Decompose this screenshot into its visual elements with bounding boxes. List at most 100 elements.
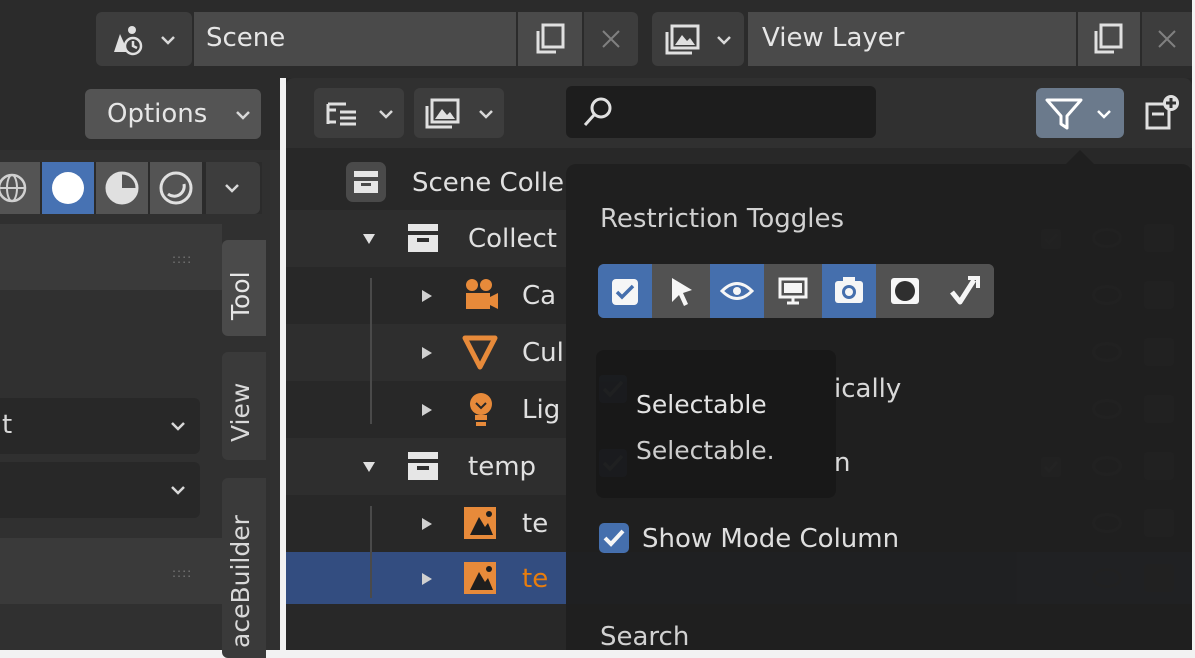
tree-label-temp-image-a: te	[522, 509, 549, 539]
outliner-header	[286, 78, 1192, 148]
disclosure-triangle-right-icon[interactable]	[420, 346, 434, 360]
scene-type-dropdown[interactable]	[96, 12, 192, 66]
tree-connector-line	[370, 278, 372, 424]
top-bar: Scene View Layer	[0, 0, 1195, 78]
tree-label-collection: Collect	[468, 224, 557, 254]
view-layer-type-dropdown[interactable]	[652, 12, 744, 66]
toggle-holdout[interactable]	[878, 264, 932, 318]
duplicate-icon	[1090, 22, 1126, 56]
shading-options-dropdown[interactable]	[206, 162, 260, 214]
light-object-icon	[466, 391, 496, 429]
tab-view[interactable]: View	[222, 352, 266, 460]
restriction-toggle-group	[598, 264, 994, 318]
delete-scene-button[interactable]	[584, 12, 638, 66]
shading-material-button[interactable]	[96, 162, 148, 214]
toggle-hide-in-viewport[interactable]	[710, 264, 764, 318]
collection-icon	[406, 222, 440, 254]
view-layer-name-field[interactable]: View Layer	[748, 12, 1076, 66]
drag-handle-icon[interactable]: ::::	[172, 566, 192, 580]
shading-wireframe-button[interactable]	[0, 162, 40, 214]
shading-rendered-button[interactable]	[150, 162, 202, 214]
collection-box-icon	[344, 160, 388, 204]
collection-icon	[406, 450, 440, 482]
toggle-disable-in-renders[interactable]	[822, 264, 876, 318]
tree-connector-line	[370, 506, 372, 598]
toggle-selectable[interactable]	[654, 264, 708, 318]
disclosure-triangle-down-icon[interactable]	[362, 460, 376, 474]
checkbox-checked-icon[interactable]	[598, 522, 630, 554]
tooltip-description: Selectable.	[636, 436, 775, 465]
sort-alphabetically-label: ically	[834, 374, 902, 404]
filter-popover-button[interactable]	[1036, 88, 1124, 138]
disclosure-triangle-right-icon[interactable]	[420, 289, 434, 303]
chevron-down-icon	[478, 108, 494, 120]
checkbox-icon	[611, 278, 639, 306]
rendered-sphere-icon	[158, 170, 194, 206]
delete-view-layer-button[interactable]	[1142, 12, 1192, 66]
scene-icon	[106, 22, 148, 58]
chevron-down-icon	[1096, 108, 1112, 120]
dropdown-field-2[interactable]	[0, 462, 200, 518]
close-icon	[600, 28, 622, 50]
toggle-indirect-only[interactable]	[934, 264, 994, 318]
search-section-heading: Search	[600, 622, 690, 652]
tree-label-scene-collection: Scene Colle	[412, 168, 565, 198]
shading-solid-button[interactable]	[42, 162, 94, 214]
chevron-down-icon	[235, 109, 251, 121]
new-scene-button[interactable]	[518, 12, 582, 66]
tree-label-temp: temp	[468, 452, 537, 482]
scene-name-field[interactable]: Scene	[194, 12, 516, 66]
tree-label-cube: Cul	[522, 338, 564, 368]
disclosure-triangle-right-icon[interactable]	[420, 572, 434, 586]
panel-header-1[interactable]: ::::	[0, 224, 222, 290]
chevron-down-icon	[378, 108, 394, 120]
drag-handle-icon[interactable]: ::::	[172, 252, 192, 266]
chevron-down-icon	[716, 34, 732, 46]
restriction-toggles-heading: Restriction Toggles	[600, 204, 845, 234]
display-mode-dropdown[interactable]	[314, 88, 404, 138]
new-view-layer-button[interactable]	[1078, 12, 1140, 66]
image-empty-icon	[462, 560, 498, 596]
holdout-icon	[889, 276, 921, 306]
image-icon	[424, 98, 462, 130]
disclosure-triangle-down-icon[interactable]	[362, 232, 376, 246]
new-collection-button[interactable]	[1134, 88, 1188, 138]
search-input[interactable]	[624, 94, 868, 130]
outliner-search-field[interactable]	[566, 86, 876, 138]
toggle-disable-in-viewports[interactable]	[766, 264, 820, 318]
filter-type-dropdown[interactable]	[414, 88, 504, 138]
disclosure-triangle-right-icon[interactable]	[420, 403, 434, 417]
tab-tool[interactable]: Tool	[222, 240, 266, 336]
options-label: Options	[107, 99, 208, 129]
properties-panel: Options:::: t:::: Tool View aceBuilder	[0, 78, 280, 658]
monitor-icon	[778, 276, 808, 306]
mesh-object-icon	[462, 334, 498, 370]
panel-header-2[interactable]: ::::	[0, 538, 222, 604]
sync-selection-label: n	[834, 448, 851, 478]
wireframe-sphere-icon	[0, 172, 34, 204]
dropdown-field-1[interactable]: t	[0, 398, 200, 454]
popover-arrow	[1066, 150, 1094, 164]
options-dropdown[interactable]: Options	[85, 89, 261, 139]
disclosure-triangle-right-icon[interactable]	[420, 517, 434, 531]
filter-funnel-icon	[1044, 96, 1084, 132]
eye-icon	[720, 280, 754, 302]
tab-facebuilder[interactable]: aceBuilder	[222, 478, 266, 658]
toggle-exclude-checkbox[interactable]	[598, 264, 652, 318]
tab-tool-label: Tool	[226, 271, 255, 320]
chevron-down-icon	[170, 420, 186, 432]
tree-label-light: Lig	[522, 395, 561, 425]
chevron-down-icon	[224, 182, 240, 194]
tooltip: Selectable Selectable.	[596, 350, 836, 498]
outliner-tree-icon	[324, 100, 366, 128]
tree-label-temp-image-b: te	[522, 564, 549, 594]
camera-object-icon	[462, 277, 500, 313]
shading-mode-group	[0, 162, 262, 214]
duplicate-icon	[532, 22, 568, 56]
scene-name: Scene	[206, 23, 286, 53]
tree-label-camera: Ca	[522, 281, 557, 311]
chevron-down-icon	[170, 484, 186, 496]
truncated-value: t	[2, 410, 13, 440]
show-mode-column-option[interactable]: Show Mode Column	[598, 516, 978, 558]
view-layer-name: View Layer	[762, 23, 905, 53]
